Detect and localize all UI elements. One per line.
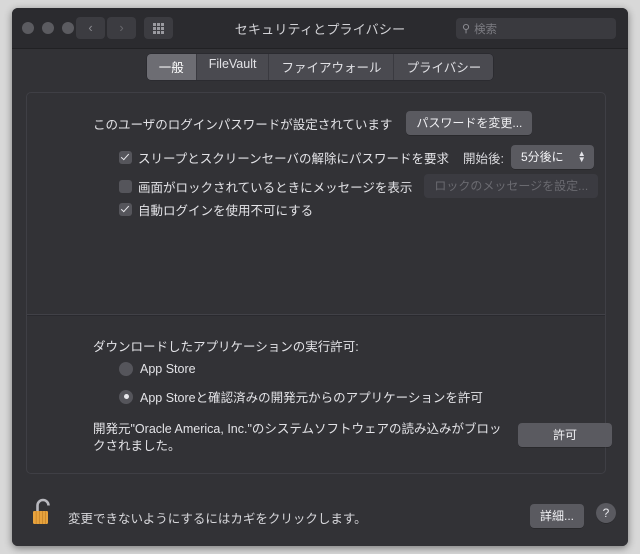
- window-footer: 変更できないようにするにはカギをクリックします。 詳細... ?: [12, 484, 628, 546]
- search-placeholder: 検索: [474, 23, 498, 36]
- delay-label: 開始後:: [463, 151, 504, 166]
- appstore-identified-label: App Storeと確認済みの開発元からのアプリケーションを許可: [140, 391, 483, 405]
- window-toolbar: ‹ › セキュリティとプライバシー ⚲ 検索: [12, 8, 628, 49]
- gatekeeper-title-row: ダウンロードしたアプリケーションの実行許可:: [93, 336, 359, 355]
- general-pane: このユーザのログインパスワードが設定されています パスワードを変更... スリー…: [26, 92, 612, 474]
- advanced-button[interactable]: 詳細...: [529, 504, 584, 528]
- appstore-identified-radio[interactable]: [119, 389, 133, 404]
- require-password-row: スリープとスクリーンセーバの解除にパスワードを要求 開始後: 5分後に ▲ ▼: [119, 145, 594, 169]
- tab-general[interactable]: 一般: [146, 54, 197, 80]
- system-preferences-window: ‹ › セキュリティとプライバシー ⚲ 検索 一般 FileVault ファイア…: [12, 8, 628, 546]
- show-lock-message-label: 画面がロックされているときにメッセージを表示: [138, 180, 413, 195]
- change-password-button[interactable]: パスワードを変更...: [406, 111, 533, 135]
- tab-privacy[interactable]: プライバシー: [394, 54, 494, 80]
- disable-auto-login-label: 自動ログインを使用不可にする: [138, 204, 314, 218]
- gatekeeper-option-appstore[interactable]: App Store: [119, 362, 196, 376]
- delay-popup-value: 5分後に: [521, 150, 564, 164]
- allow-button[interactable]: 許可: [518, 423, 612, 447]
- require-password-checkbox[interactable]: [119, 150, 132, 164]
- lock-hint-text: 変更できないようにするにはカギをクリックします。: [68, 512, 367, 526]
- password-status-row: このユーザのログインパスワードが設定されています パスワードを変更...: [93, 111, 533, 135]
- require-password-label: スリープとスクリーンセーバの解除にパスワードを要求: [138, 151, 450, 166]
- appstore-label: App Store: [140, 362, 196, 376]
- disable-auto-login-row: 自動ログインを使用不可にする: [119, 200, 313, 219]
- gatekeeper-option-appstore-identified[interactable]: App Storeと確認済みの開発元からのアプリケーションを許可: [119, 387, 483, 406]
- tab-filevault[interactable]: FileVault: [196, 54, 270, 80]
- help-button[interactable]: ?: [596, 503, 616, 523]
- password-status-label: このユーザのログインパスワードが設定されています: [93, 117, 393, 132]
- delay-popup-button[interactable]: 5分後に ▲ ▼: [511, 145, 594, 169]
- chevron-updown-icon: ▲ ▼: [577, 148, 586, 164]
- disable-auto-login-checkbox[interactable]: [119, 203, 132, 216]
- unlocked-padlock-icon[interactable]: [30, 496, 56, 528]
- tab-firewall[interactable]: ファイアウォール: [269, 54, 395, 80]
- tab-bar: 一般 FileVault ファイアウォール プライバシー: [12, 49, 628, 85]
- show-lock-message-row: 画面がロックされているときにメッセージを表示 ロックのメッセージを設定...: [119, 174, 599, 198]
- blocked-notice-message: 開発元"Oracle America, Inc."のシステムソフトウェアの読み込…: [93, 422, 502, 453]
- screenshot-root: ‹ › セキュリティとプライバシー ⚲ 検索 一般 FileVault ファイア…: [0, 0, 640, 554]
- blocked-notice-row: 開発元"Oracle America, Inc."のシステムソフトウェアの読み込…: [93, 421, 612, 455]
- appstore-radio[interactable]: [119, 362, 133, 376]
- gatekeeper-title: ダウンロードしたアプリケーションの実行許可:: [93, 340, 359, 354]
- show-lock-message-checkbox[interactable]: [119, 179, 132, 193]
- set-lock-message-button[interactable]: ロックのメッセージを設定...: [424, 174, 599, 198]
- section-divider: [27, 314, 605, 316]
- search-field[interactable]: ⚲ 検索: [456, 18, 616, 39]
- search-icon: ⚲: [462, 23, 471, 35]
